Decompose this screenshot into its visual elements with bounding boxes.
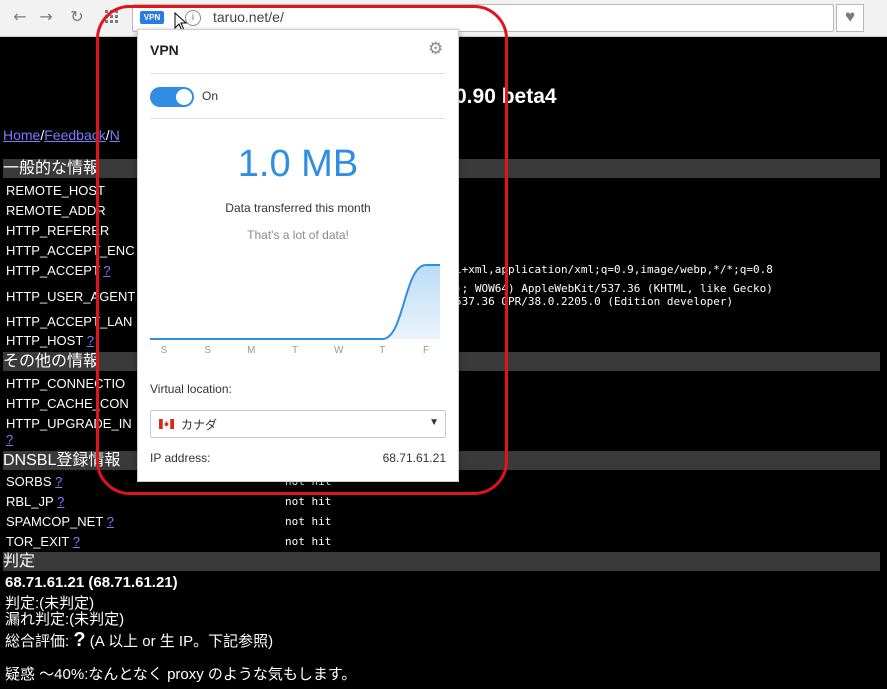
- virtual-location-label: Virtual location:: [150, 382, 232, 396]
- row-rbl-jp: RBL_JP ?: [6, 494, 64, 510]
- data-comment: That's a lot of data!: [247, 228, 349, 242]
- gear-icon[interactable]: ⚙: [428, 39, 443, 59]
- x-tick-label: T: [379, 345, 385, 356]
- popup-title: VPN: [150, 42, 179, 58]
- x-tick-label: S: [161, 345, 168, 356]
- x-tick-label: T: [292, 345, 298, 356]
- toggle-knob: [176, 89, 192, 105]
- vpn-toggle[interactable]: [150, 87, 194, 107]
- x-tick-label: F: [423, 345, 429, 356]
- divider: [150, 118, 445, 119]
- x-axis-labels: SSMTWTF: [161, 345, 429, 356]
- row-sorbs: SORBS ?: [6, 474, 62, 490]
- help-link[interactable]: ?: [6, 432, 13, 447]
- row-upgrade-help: ?: [6, 432, 13, 448]
- forward-arrow-icon[interactable]: →: [36, 7, 56, 27]
- ip-address-label: IP address:: [150, 451, 211, 465]
- row-http-accept: HTTP_ACCEPT ?: [6, 263, 111, 279]
- verdict-suspicion: 疑惑 〜40%:なんとなく proxy のような気もします。: [5, 666, 357, 683]
- vpn-popup: VPN ⚙ On 1.0 MB Data transferred this mo…: [137, 29, 459, 482]
- chevron-down-icon: ▼: [429, 417, 439, 428]
- row-spamcop-net: SPAMCOP_NET ?: [6, 514, 114, 530]
- row-remote-addr: REMOTE_ADDR: [6, 203, 106, 218]
- x-tick-label: M: [247, 345, 255, 356]
- section-verdict: 判定: [3, 552, 880, 571]
- help-link[interactable]: ?: [57, 494, 64, 509]
- help-link[interactable]: ?: [87, 333, 94, 348]
- overall-suffix: (A 以上 or 生 IP。下記参照): [89, 633, 274, 650]
- help-link[interactable]: ?: [73, 534, 80, 549]
- overall-prefix: 総合評価:: [5, 633, 70, 650]
- toggle-label: On: [202, 89, 219, 103]
- x-tick-label: S: [204, 345, 211, 356]
- row-remote-host: REMOTE_HOST: [6, 183, 105, 198]
- data-caption: Data transferred this month: [225, 201, 371, 215]
- location-value: カナダ: [181, 418, 218, 432]
- row-label: TOR_EXIT: [6, 534, 70, 549]
- row-label: RBL_JP: [6, 494, 54, 509]
- spamcop-value: not hit: [285, 515, 332, 528]
- breadcrumb-home[interactable]: Home: [3, 127, 40, 143]
- verdict-leak: 漏れ判定:(未判定): [5, 611, 125, 628]
- canada-flag-icon: [159, 419, 174, 429]
- ip-address-value: 68.71.61.21: [382, 451, 446, 465]
- tor-exit-value: not hit: [285, 535, 332, 548]
- overall-mark: ?: [73, 629, 86, 651]
- back-arrow-icon[interactable]: ←: [10, 7, 30, 27]
- row-label: SPAMCOP_NET: [6, 514, 104, 529]
- row-tor-exit: TOR_EXIT ?: [6, 534, 80, 550]
- row-http-referer: HTTP_REFERER: [6, 223, 110, 238]
- row-label: HTTP_ACCEPT: [6, 263, 100, 278]
- usage-chart: SSMTWTF: [150, 264, 440, 356]
- row-label: HTTP_HOST: [6, 333, 84, 348]
- row-http-host: HTTP_HOST ?: [6, 333, 94, 349]
- data-amount: 1.0 MB: [237, 143, 359, 185]
- help-link[interactable]: ?: [55, 474, 62, 489]
- row-label: SORBS: [6, 474, 52, 489]
- menu-button[interactable]: [869, 6, 885, 28]
- divider: [150, 73, 445, 74]
- verdict-ip: 68.71.61.21 (68.71.61.21): [5, 574, 178, 591]
- help-link[interactable]: ?: [107, 514, 114, 529]
- x-tick-label: W: [334, 345, 344, 356]
- location-select[interactable]: カナダ ▼: [150, 410, 446, 438]
- reload-icon[interactable]: ↻: [67, 7, 87, 27]
- rbl-jp-value: not hit: [285, 495, 332, 508]
- verdict-overall: 総合評価: ? (A 以上 or 生 IP。下記参照): [5, 629, 273, 652]
- usage-area: [150, 265, 440, 339]
- heart-icon[interactable]: ♥: [836, 4, 864, 32]
